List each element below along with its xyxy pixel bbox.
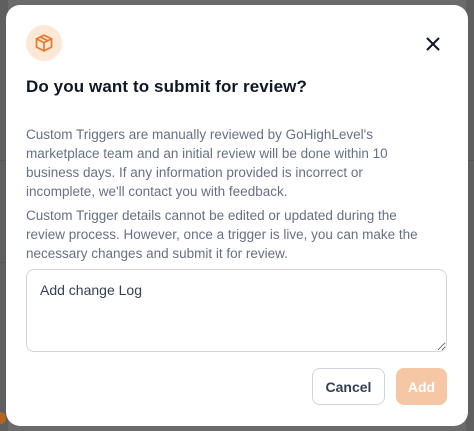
close-button[interactable] — [422, 33, 444, 55]
close-icon — [426, 37, 440, 51]
add-button[interactable]: Add — [396, 368, 447, 405]
edit-restriction-text: Custom Trigger details cannot be edited … — [26, 208, 418, 261]
review-info-text: Custom Triggers are manually reviewed by… — [26, 127, 388, 199]
package-icon-wrapper — [26, 25, 62, 61]
dialog-title: Do you want to submit for review? — [26, 77, 307, 96]
cancel-button[interactable]: Cancel — [312, 368, 385, 405]
submit-review-dialog: Do you want to submit for review? Custom… — [6, 5, 468, 426]
change-log-textarea[interactable] — [26, 269, 447, 352]
package-icon — [35, 34, 53, 52]
backdrop-divider — [468, 160, 474, 161]
